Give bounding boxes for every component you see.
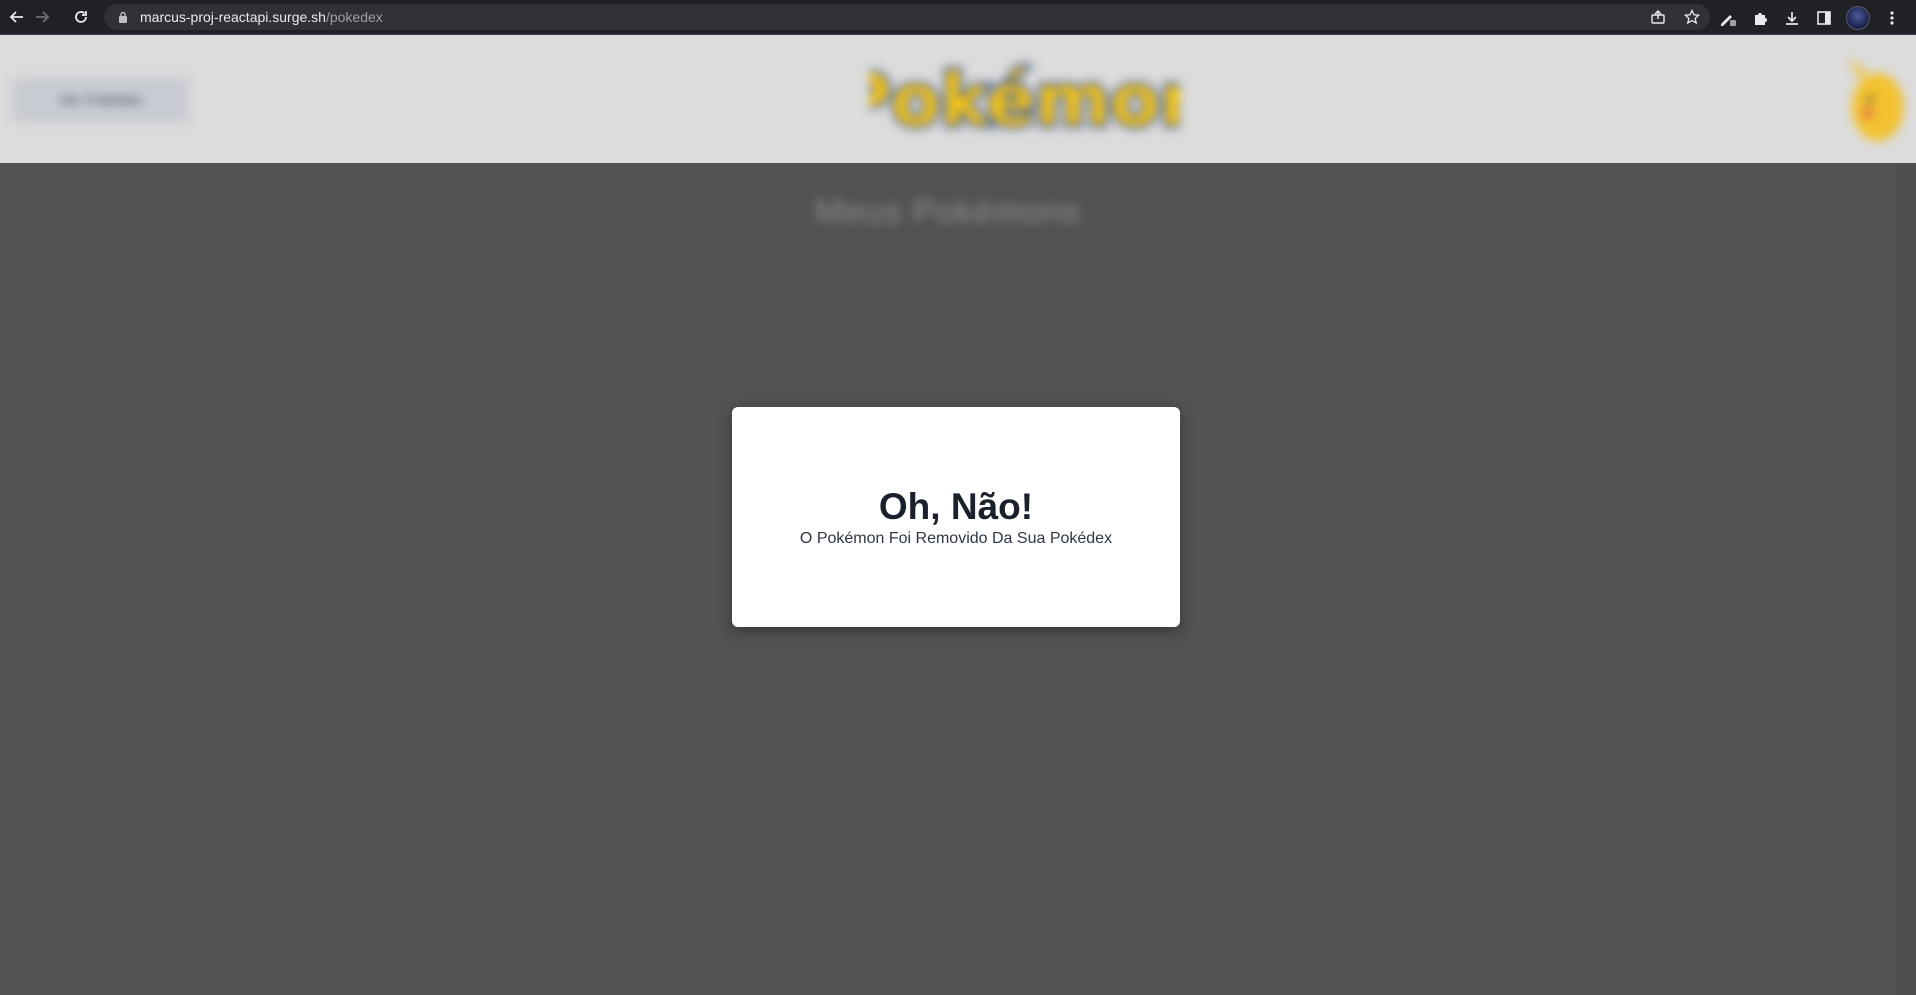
url-host: marcus-proj-reactapi.surge.sh bbox=[140, 9, 326, 25]
kebab-menu-icon[interactable] bbox=[1882, 8, 1902, 28]
forward-arrow-icon[interactable] bbox=[27, 2, 57, 32]
modal-title: Oh, Não! bbox=[878, 486, 1034, 527]
pokemon-logo: Pokémon bbox=[870, 55, 1180, 145]
share-icon[interactable] bbox=[1648, 7, 1668, 27]
side-panel-icon[interactable] bbox=[1814, 8, 1834, 28]
removal-modal: Oh, Não! O Pokémon Foi Removido Da Sua P… bbox=[732, 407, 1180, 627]
view-pokedex-button[interactable]: Ver Pokédex bbox=[12, 77, 190, 123]
browser-toolbar: marcus-proj-reactapi.surge.sh/pokedex bbox=[0, 0, 1916, 35]
logo-text: Pokémon bbox=[870, 58, 1180, 142]
url-text: marcus-proj-reactapi.surge.sh/pokedex bbox=[140, 9, 383, 25]
puzzle-icon[interactable] bbox=[1750, 8, 1770, 28]
pikachu-image bbox=[1850, 57, 1904, 141]
reload-icon[interactable] bbox=[66, 2, 96, 32]
pen-icon[interactable] bbox=[1718, 8, 1738, 28]
profile-avatar[interactable] bbox=[1846, 5, 1870, 30]
url-path: /pokedex bbox=[325, 9, 383, 25]
address-bar[interactable]: marcus-proj-reactapi.surge.sh/pokedex bbox=[104, 4, 1710, 30]
lock-icon[interactable] bbox=[116, 10, 130, 24]
modal-message: O Pokémon Foi Removido Da Sua Pokédex bbox=[799, 530, 1113, 547]
download-icon[interactable] bbox=[1782, 8, 1802, 28]
site-header: Ver Pokédex Pokémon bbox=[0, 35, 1916, 163]
page-title: Meus Pokémons bbox=[814, 193, 1082, 231]
star-icon[interactable] bbox=[1682, 7, 1702, 27]
